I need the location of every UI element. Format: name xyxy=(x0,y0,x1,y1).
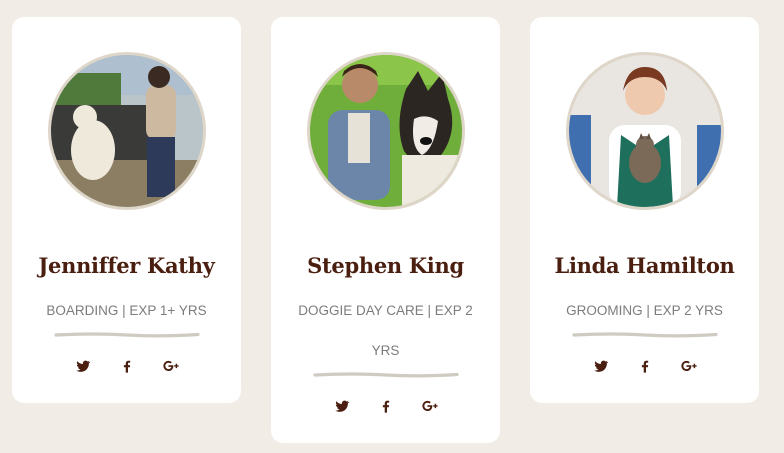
team-card: Linda Hamilton GROOMING | EXP 2 YRS xyxy=(530,17,759,403)
divider-stroke xyxy=(53,332,200,338)
team-member-role: GROOMING | EXP 2 YRS xyxy=(566,303,723,318)
team-card: Jenniffer Kathy BOARDING | EXP 1+ YRS xyxy=(12,17,241,403)
social-links xyxy=(530,358,759,374)
divider-stroke xyxy=(312,372,459,378)
twitter-icon[interactable] xyxy=(75,358,91,374)
team-member-photo xyxy=(306,52,465,210)
twitter-icon[interactable] xyxy=(334,398,350,414)
team-member-photo xyxy=(565,52,724,210)
google-plus-icon[interactable] xyxy=(680,358,697,374)
social-links xyxy=(12,358,241,374)
team-member-role: DOGGIE DAY CARE | EXP 2 YRS xyxy=(298,303,473,358)
facebook-icon[interactable] xyxy=(119,358,135,374)
google-plus-icon[interactable] xyxy=(162,358,179,374)
team-member-name: Stephen King xyxy=(307,253,464,278)
social-links xyxy=(271,398,500,414)
twitter-icon[interactable] xyxy=(593,358,609,374)
team-cards: Jenniffer Kathy BOARDING | EXP 1+ YRS St… xyxy=(0,0,784,453)
google-plus-icon[interactable] xyxy=(421,398,438,414)
team-member-name: Jenniffer Kathy xyxy=(38,253,215,278)
team-member-name: Linda Hamilton xyxy=(554,253,735,278)
divider-stroke xyxy=(571,332,718,338)
facebook-icon[interactable] xyxy=(637,358,653,374)
team-member-photo xyxy=(47,52,206,210)
team-member-role: BOARDING | EXP 1+ YRS xyxy=(46,303,207,318)
facebook-icon[interactable] xyxy=(378,398,394,414)
team-card: Stephen King DOGGIE DAY CARE | EXP 2 YRS xyxy=(271,17,500,443)
